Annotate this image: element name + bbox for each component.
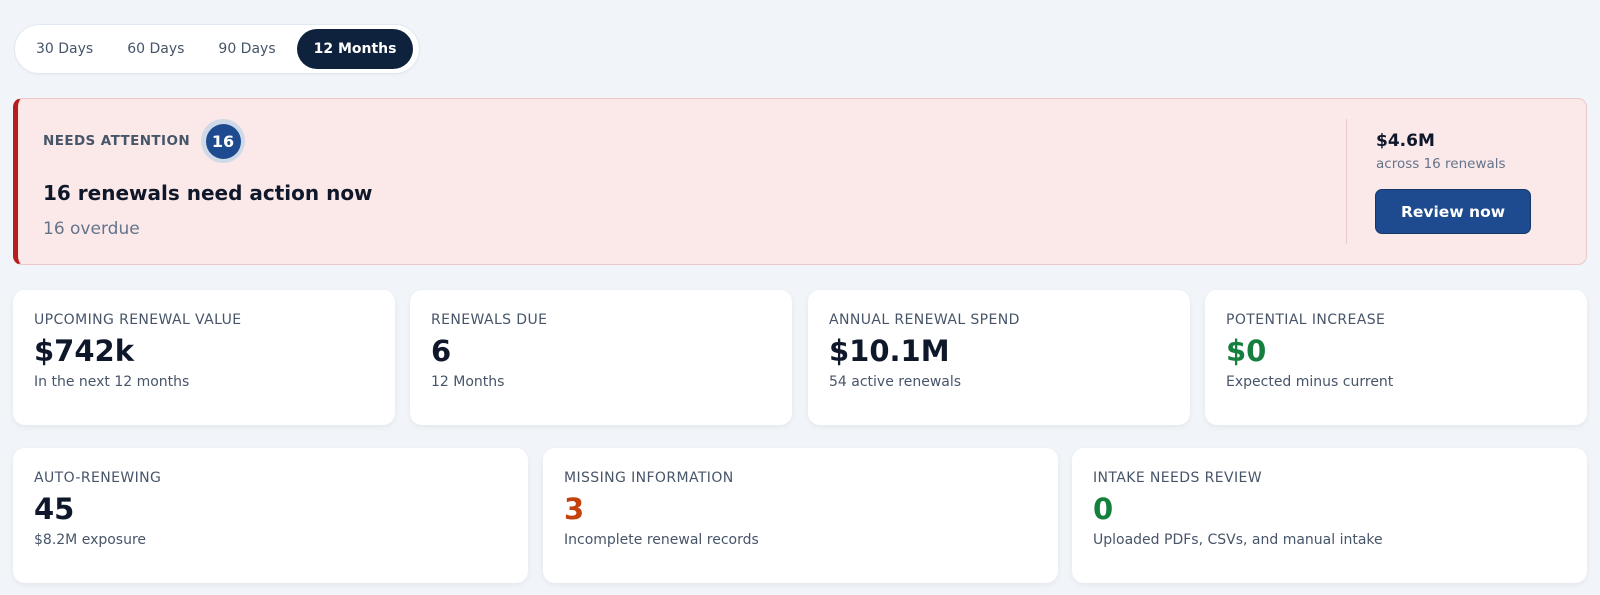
alert-total-caption: across 16 renewals <box>1376 156 1506 172</box>
metric-caption: In the next 12 months <box>34 374 190 390</box>
metric-card-intake-needs-review[interactable]: INTAKE NEEDS REVIEW 0 Uploaded PDFs, CSV… <box>1072 448 1587 583</box>
metric-value: $742k <box>34 334 134 368</box>
metric-label: UPCOMING RENEWAL VALUE <box>34 312 242 328</box>
metric-value: $10.1M <box>829 334 950 368</box>
metric-caption: 12 Months <box>431 374 505 390</box>
needs-attention-banner: NEEDS ATTENTION 16 16 renewals need acti… <box>13 98 1587 265</box>
tab-60-days[interactable]: 60 Days <box>110 29 201 69</box>
metric-card-renewals-due[interactable]: RENEWALS DUE 6 12 Months <box>410 290 792 425</box>
alert-divider <box>1346 119 1347 244</box>
metric-label: AUTO-RENEWING <box>34 470 162 486</box>
metric-label: ANNUAL RENEWAL SPEND <box>829 312 1020 328</box>
metric-caption: Incomplete renewal records <box>564 532 759 548</box>
metric-value: 3 <box>564 492 585 526</box>
date-range-selector: 30 Days 60 Days 90 Days 12 Months <box>14 24 420 74</box>
alert-subtitle: 16 overdue <box>43 219 140 239</box>
metric-label: INTAKE NEEDS REVIEW <box>1093 470 1262 486</box>
metric-card-missing-information[interactable]: MISSING INFORMATION 3 Incomplete renewal… <box>543 448 1058 583</box>
metric-value: 45 <box>34 492 75 526</box>
alert-count-badge: 16 <box>201 119 246 163</box>
metric-card-upcoming-renewal-value[interactable]: UPCOMING RENEWAL VALUE $742k In the next… <box>13 290 395 425</box>
metric-value: $0 <box>1226 334 1267 368</box>
metric-card-auto-renewing[interactable]: AUTO-RENEWING 45 $8.2M exposure <box>13 448 528 583</box>
metric-caption: Expected minus current <box>1226 374 1394 390</box>
metric-caption: Uploaded PDFs, CSVs, and manual intake <box>1093 532 1383 548</box>
alert-total-value: $4.6M <box>1376 131 1435 151</box>
alert-eyebrow: NEEDS ATTENTION <box>43 133 191 149</box>
alert-count-value: 16 <box>205 123 241 159</box>
review-now-button[interactable]: Review now <box>1375 189 1531 234</box>
metric-caption: $8.2M exposure <box>34 532 147 548</box>
tab-12-months[interactable]: 12 Months <box>296 29 414 69</box>
metric-label: POTENTIAL INCREASE <box>1226 312 1386 328</box>
metric-card-annual-renewal-spend[interactable]: ANNUAL RENEWAL SPEND $10.1M 54 active re… <box>808 290 1190 425</box>
tab-30-days[interactable]: 30 Days <box>19 29 110 69</box>
metric-label: RENEWALS DUE <box>431 312 548 328</box>
metric-value: 6 <box>431 334 452 368</box>
metric-value: 0 <box>1093 492 1114 526</box>
metric-caption: 54 active renewals <box>829 374 962 390</box>
metric-card-potential-increase[interactable]: POTENTIAL INCREASE $0 Expected minus cur… <box>1205 290 1587 425</box>
tab-90-days[interactable]: 90 Days <box>201 29 292 69</box>
alert-header: NEEDS ATTENTION 16 <box>43 119 246 163</box>
metric-label: MISSING INFORMATION <box>564 470 734 486</box>
alert-title: 16 renewals need action now <box>43 181 373 205</box>
